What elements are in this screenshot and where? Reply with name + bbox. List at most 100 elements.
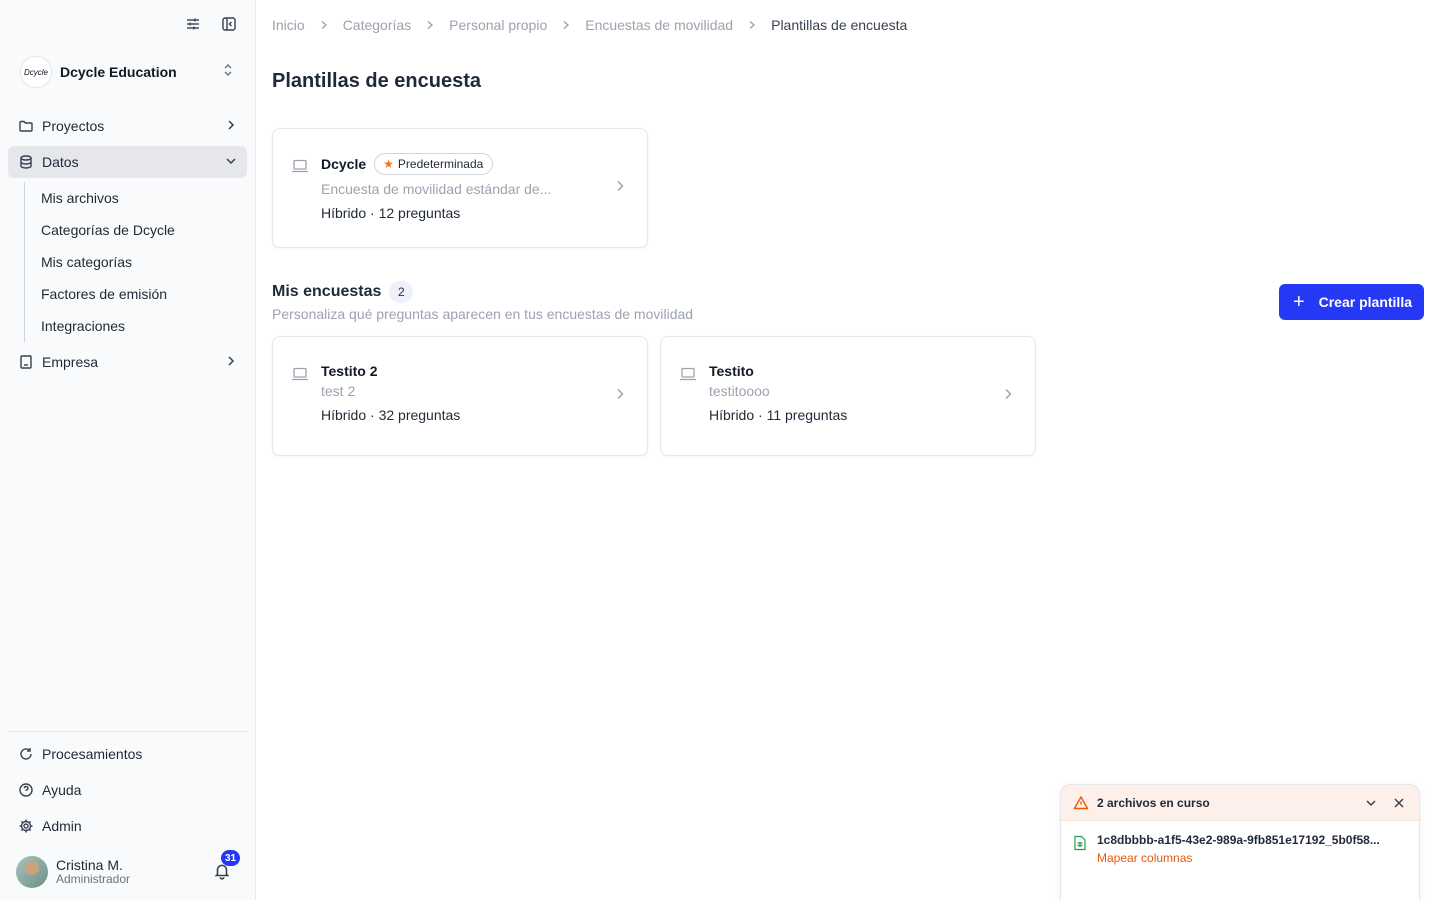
refresh-icon [18, 746, 34, 762]
chevron-right-icon [613, 179, 627, 193]
org-switcher[interactable]: Dcycle Dcycle Education [20, 56, 235, 88]
user-name: Cristina M. [56, 856, 123, 873]
uploads-panel: 2 archivos en curso 1c8dbbbb-a1f5-43e2-9… [1060, 784, 1420, 900]
chevron-right-icon [225, 354, 237, 370]
breadcrumb-item-encuestas-movilidad[interactable]: Encuestas de movilidad [585, 17, 733, 33]
card-meta: Híbrido · 11 preguntas [709, 407, 848, 423]
upload-file-info: 1c8dbbbb-a1f5-43e2-989a-9fb851e17192_5b0… [1097, 833, 1405, 865]
plus-icon: + [1292, 291, 1305, 313]
section-title: Mis encuestas [272, 283, 382, 300]
upload-file-name: 1c8dbbbb-a1f5-43e2-989a-9fb851e17192_5b0… [1097, 833, 1380, 847]
sidebar-top-actions [183, 14, 239, 34]
chevron-up-down-icon [221, 63, 235, 82]
card-body: Testito testitoooo Híbrido · 11 pregunta… [709, 363, 965, 423]
chevron-right-icon [319, 20, 329, 30]
section-subtitle: Personaliza qué preguntas aparecen en tu… [272, 306, 694, 322]
gear-icon [18, 818, 34, 834]
card-body: Testito 2 test 2 Híbrido · 32 preguntas [321, 363, 577, 423]
sidebar-item-admin[interactable]: Admin [8, 810, 247, 842]
laptop-icon [291, 159, 309, 173]
default-template-card[interactable]: Dcycle ★ Predeterminada Encuesta de movi… [272, 128, 648, 248]
survey-card[interactable]: Testito 2 test 2 Híbrido · 32 preguntas [272, 336, 648, 456]
laptop-icon [291, 367, 309, 381]
count-badge: 2 [389, 281, 414, 303]
card-title: Testito 2 [321, 363, 378, 379]
card-title: Testito [709, 363, 754, 379]
card-meta: Híbrido · 12 preguntas [321, 205, 461, 221]
help-circle-icon [18, 782, 34, 798]
sidebar-item-label: Empresa [42, 354, 99, 370]
card-description: Encuesta de movilidad estándar de... [321, 181, 552, 197]
sidebar-item-label: Datos [42, 154, 79, 170]
sliders-icon[interactable] [183, 14, 203, 34]
datos-subnav: Mis archivos Categorías de Dcycle Mis ca… [24, 182, 247, 342]
notification-count-badge: 31 [221, 850, 241, 866]
sidebar-subitem-mis-categorias[interactable]: Mis categorías [25, 246, 247, 278]
building-icon [18, 354, 34, 370]
chevron-right-icon [561, 20, 571, 30]
chevron-right-icon [425, 20, 435, 30]
sidebar-bottom-nav: Procesamientos Ayuda Admin [8, 731, 247, 846]
sidebar-item-datos[interactable]: Datos [8, 146, 247, 178]
collapse-panel-button[interactable] [1363, 795, 1379, 811]
uploads-title: 2 archivos en curso [1097, 795, 1210, 810]
breadcrumb-item-categorias[interactable]: Categorías [343, 17, 411, 33]
survey-card[interactable]: Testito testitoooo Híbrido · 11 pregunta… [660, 336, 1036, 456]
org-logo: Dcycle [20, 56, 52, 88]
sidebar-subitem-mis-archivos[interactable]: Mis archivos [25, 182, 247, 214]
create-template-label: Crear plantilla [1318, 294, 1412, 310]
chevron-right-icon [1001, 387, 1015, 401]
page-title: Plantillas de encuesta [272, 70, 481, 92]
card-title: Dcycle [321, 156, 367, 172]
sidebar-item-label: Admin [42, 818, 82, 834]
star-icon: ★ [383, 157, 394, 171]
uploads-panel-header: 2 archivos en curso [1061, 785, 1419, 821]
collapse-sidebar-icon[interactable] [219, 14, 239, 34]
laptop-icon [679, 367, 697, 381]
user-profile[interactable]: Cristina M. Administrador 31 [16, 850, 241, 888]
default-badge: ★ Predeterminada [374, 153, 494, 175]
notifications-button[interactable]: 31 [213, 850, 241, 884]
org-name: Dcycle Education [60, 64, 177, 80]
map-columns-link[interactable]: Mapear columnas [1097, 851, 1405, 865]
avatar [16, 856, 48, 888]
sidebar-item-label: Procesamientos [42, 746, 143, 762]
breadcrumb-item-personal-propio[interactable]: Personal propio [449, 17, 547, 33]
my-surveys-header: Mis encuestas 2 [272, 281, 414, 303]
sidebar-item-label: Ayuda [42, 782, 82, 798]
warning-icon [1073, 795, 1089, 811]
main-content: Inicio Categorías Personal propio Encues… [256, 0, 1440, 900]
upload-file-row: 1c8dbbbb-a1f5-43e2-989a-9fb851e17192_5b0… [1073, 833, 1407, 865]
spreadsheet-file-icon [1073, 835, 1089, 853]
chevron-right-icon [613, 387, 627, 401]
sidebar-item-empresa[interactable]: Empresa [8, 346, 247, 378]
sidebar-item-label: Proyectos [42, 118, 105, 134]
sidebar-subitem-categorias-dcycle[interactable]: Categorías de Dcycle [25, 214, 247, 246]
chevron-down-icon [225, 154, 237, 170]
default-badge-label: Predeterminada [397, 157, 484, 171]
sidebar-item-ayuda[interactable]: Ayuda [8, 774, 247, 806]
database-icon [18, 154, 34, 170]
sidebar-nav: Proyectos Datos Mis archivos Categorías … [8, 110, 247, 382]
sidebar-subitem-integraciones[interactable]: Integraciones [25, 310, 247, 342]
breadcrumb: Inicio Categorías Personal propio Encues… [272, 17, 907, 33]
breadcrumb-item-inicio[interactable]: Inicio [272, 17, 305, 33]
close-panel-button[interactable] [1391, 795, 1407, 811]
card-meta: Híbrido · 32 preguntas [321, 407, 461, 423]
user-info: Cristina M. Administrador [56, 856, 213, 887]
card-description: test 2 [321, 383, 356, 399]
chevron-right-icon [747, 20, 757, 30]
sidebar-item-procesamientos[interactable]: Procesamientos [8, 738, 247, 770]
folder-icon [18, 118, 34, 134]
card-description: testitoooo [709, 383, 770, 399]
sidebar: Dcycle Dcycle Education Proyectos Datos [0, 0, 256, 900]
sidebar-subitem-factores-emision[interactable]: Factores de emisión [25, 278, 247, 310]
user-role: Administrador [56, 872, 131, 887]
create-template-button[interactable]: + Crear plantilla [1278, 284, 1424, 320]
breadcrumb-item-current: Plantillas de encuesta [771, 17, 908, 33]
card-title-row: Dcycle ★ Predeterminada [321, 153, 577, 175]
bell-icon [213, 864, 231, 884]
chevron-right-icon [225, 118, 237, 134]
sidebar-item-proyectos[interactable]: Proyectos [8, 110, 247, 142]
card-body: Dcycle ★ Predeterminada Encuesta de movi… [321, 153, 577, 221]
